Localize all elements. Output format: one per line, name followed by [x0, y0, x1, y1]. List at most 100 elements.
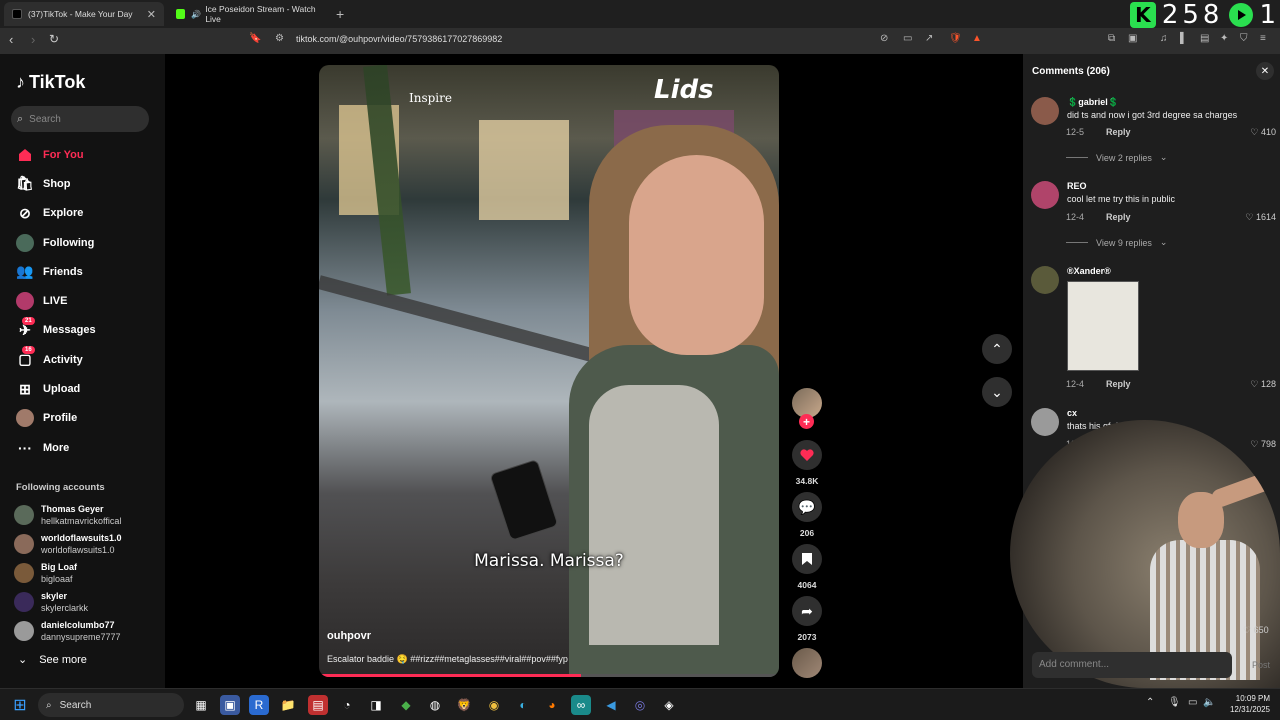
app-icon[interactable]: ∞ — [571, 695, 591, 715]
volume-icon[interactable]: 🔈 — [1203, 697, 1215, 708]
previous-video-button[interactable]: ⌃ — [982, 334, 1012, 364]
see-more-button[interactable]: ⌄ See more — [18, 653, 87, 667]
app-icon[interactable]: ◍ — [425, 695, 445, 715]
menu-item-shop[interactable]: 🛍 Shop — [0, 169, 165, 198]
menu-item-more[interactable]: ··· More — [0, 433, 165, 462]
comment-button[interactable]: 💬 206 — [790, 492, 824, 538]
menu-item-for-you[interactable]: For You — [0, 140, 165, 169]
view-replies-button[interactable]: View 2 replies ⌄ — [1066, 152, 1167, 163]
app-icon[interactable]: R — [249, 695, 269, 715]
post-button[interactable]: Post — [1252, 660, 1270, 670]
app-icon[interactable]: ▣ — [220, 695, 240, 715]
extensions-icon[interactable]: ⧉ — [1108, 33, 1115, 44]
comment-user[interactable]: ®Xander® — [1067, 266, 1111, 276]
comment-image[interactable] — [1067, 281, 1139, 371]
chrome-icon[interactable]: ◉ — [484, 695, 504, 715]
wallet-icon[interactable]: ▣ — [1128, 33, 1137, 44]
windows-start-icon[interactable]: ⊞ — [10, 695, 30, 715]
comment-likes[interactable]: ♡ 650 — [1243, 625, 1269, 636]
save-button[interactable]: 4064 — [790, 544, 824, 590]
edge-icon[interactable]: ◐ — [513, 695, 533, 715]
taskbar-search[interactable]: ⌕ Search — [38, 693, 184, 717]
menu-item-explore[interactable]: ⊘ Explore — [0, 199, 165, 228]
music-icon[interactable]: ♫ — [1160, 33, 1168, 44]
app-icon[interactable]: ◨ — [366, 695, 386, 715]
menu-item-upload[interactable]: ⊞ Upload — [0, 374, 165, 403]
menu-item-profile[interactable]: Profile — [0, 404, 165, 433]
menu-item-friends[interactable]: 👥 Friends — [0, 257, 165, 286]
like-button[interactable]: 34.8K — [790, 440, 824, 486]
share-icon[interactable]: ↗ — [925, 33, 933, 44]
reload-icon[interactable]: ↻ — [49, 32, 59, 46]
sound-avatar[interactable] — [792, 648, 822, 678]
tiktok-favicon-icon — [12, 9, 22, 19]
next-video-button[interactable]: ⌄ — [982, 377, 1012, 407]
follow-plus-icon[interactable]: + — [799, 414, 814, 429]
url-field[interactable]: tiktok.com/@ouhpovr/video/75793861770278… — [296, 34, 502, 44]
firefox-icon[interactable]: ◕ — [542, 695, 562, 715]
video-player[interactable]: Inspire Lids Marissa. Marissa? ouhpovr E… — [319, 65, 779, 677]
avatar[interactable] — [1031, 97, 1059, 125]
share-button[interactable]: ➦ 2073 — [790, 596, 824, 642]
comment-likes[interactable]: ♡ 798 — [1250, 439, 1276, 450]
comment-likes[interactable]: ♡ 410 — [1250, 127, 1276, 138]
close-tab-icon[interactable]: ✕ — [147, 8, 156, 21]
following-account[interactable]: Thomas Geyer hellkatmavrickoffical — [14, 501, 164, 529]
following-account[interactable]: skyler skylerclarkk — [14, 588, 164, 616]
menu-item-live[interactable]: LIVE — [0, 286, 165, 315]
video-author[interactable]: ouhpovr — [327, 630, 371, 642]
sidebar-toggle-icon[interactable]: ▌ — [1180, 33, 1187, 44]
tray-chevron-icon[interactable]: ⌃ — [1146, 697, 1154, 708]
task-view-icon[interactable]: ▦ — [191, 695, 211, 715]
app-icon[interactable]: ▤ — [308, 695, 328, 715]
app-icon[interactable]: ◔ — [337, 695, 357, 715]
new-tab-button[interactable]: + — [336, 6, 344, 22]
close-comments-button[interactable]: ✕ — [1256, 62, 1274, 80]
following-account[interactable]: danielcolumbo77 dannysupreme7777 — [14, 617, 164, 645]
following-account[interactable]: Big Loaf bigloaaf — [14, 559, 164, 587]
avatar[interactable] — [1031, 266, 1059, 294]
comment-user[interactable]: cx — [1067, 408, 1077, 418]
no-video-icon[interactable]: ⊘ — [880, 33, 888, 44]
bookmark-icon[interactable]: 🔖 — [249, 33, 261, 44]
menu-icon[interactable]: ≡ — [1260, 33, 1266, 44]
site-info-icon[interactable]: ⚙ — [275, 33, 284, 44]
comment-likes[interactable]: ♡ 128 — [1250, 379, 1276, 390]
avatar[interactable] — [1031, 408, 1059, 436]
reply-button[interactable]: Reply — [1106, 379, 1131, 389]
leo-icon[interactable]: ✦ — [1220, 33, 1228, 44]
reply-button[interactable]: Reply — [1106, 127, 1131, 137]
reply-button[interactable]: Reply — [1106, 212, 1131, 222]
comment-likes[interactable]: ♡ 1614 — [1245, 212, 1276, 223]
file-explorer-icon[interactable]: 📁 — [278, 695, 298, 715]
app-icon[interactable]: ◆ — [396, 695, 416, 715]
vscode-icon[interactable]: ◀ — [601, 695, 621, 715]
forward-icon[interactable]: › — [31, 32, 35, 47]
comment-user[interactable]: 💲gabriel💲 — [1067, 97, 1119, 108]
network-icon[interactable]: ▭ — [1188, 697, 1197, 708]
tab-tiktok[interactable]: (37)TikTok - Make Your Day ✕ — [4, 2, 164, 26]
avatar[interactable] — [1031, 181, 1059, 209]
brave-shield-icon[interactable]: 🛡 — [949, 33, 962, 44]
add-comment-input[interactable]: Add comment... — [1032, 652, 1232, 678]
brave-icon[interactable]: 🦁 — [454, 695, 474, 715]
microphone-icon[interactable]: 🎙 — [1168, 697, 1181, 708]
tab-kick[interactable]: 🔊 Ice Poseidon Stream - Watch Live — [168, 2, 333, 26]
menu-item-following[interactable]: Following — [0, 228, 165, 257]
discord-icon[interactable]: ◎ — [630, 695, 650, 715]
menu-item-activity[interactable]: ▢ 16 Activity — [0, 345, 165, 374]
vpn-icon[interactable]: ⛉ — [1240, 33, 1248, 44]
search-input[interactable]: ⌕ Search — [11, 106, 149, 132]
following-account[interactable]: worldoflawsuits1.0 worldoflawsuits1.0 — [14, 530, 164, 558]
video-progress-bar[interactable] — [319, 674, 779, 677]
steam-icon[interactable]: ◈ — [659, 695, 679, 715]
wallet2-icon[interactable]: ▤ — [1200, 33, 1209, 44]
back-icon[interactable]: ‹ — [9, 32, 13, 47]
view-replies-button[interactable]: View 9 replies ⌄ — [1066, 237, 1167, 248]
cast-icon[interactable]: ▭ — [903, 33, 912, 44]
clock[interactable]: 10:09 PM 12/31/2025 — [1222, 693, 1270, 715]
brave-rewards-icon[interactable]: ▲ — [972, 33, 982, 44]
tiktok-logo[interactable]: ♪ TikTok — [16, 72, 85, 93]
menu-item-messages[interactable]: ✈ 21 Messages — [0, 316, 165, 345]
comment-user[interactable]: REO — [1067, 181, 1087, 191]
